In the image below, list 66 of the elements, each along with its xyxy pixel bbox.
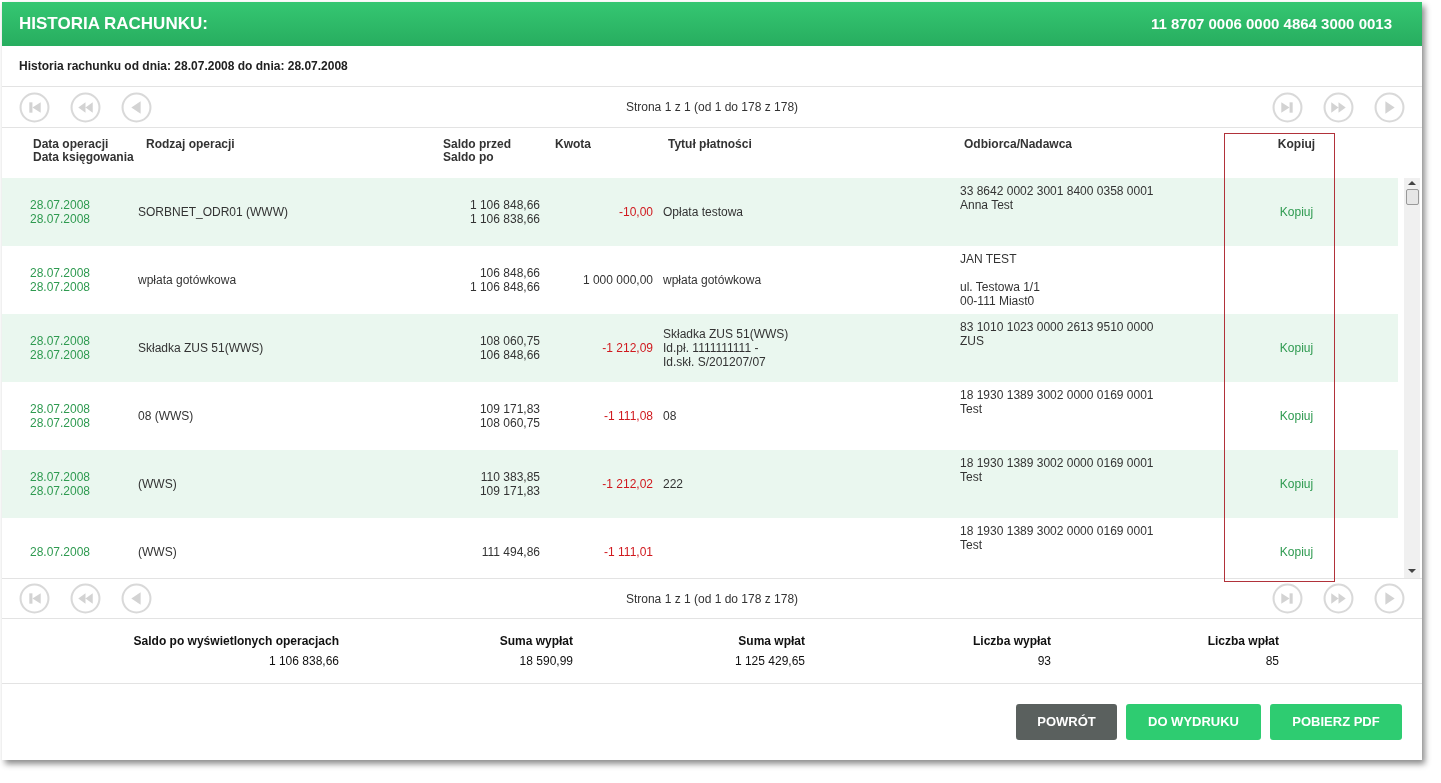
column-header: Kopiuj bbox=[1277, 138, 1316, 151]
column-header: Saldo przed Saldo po bbox=[443, 138, 511, 164]
date-cell: 28.07.2008 28.07.2008 bbox=[29, 470, 91, 498]
account-number: 11 8707 0006 0000 4864 3000 0013 bbox=[1150, 13, 1392, 34]
amount-cell: -1 212,02 bbox=[602, 477, 653, 491]
summary-value: 93 bbox=[1037, 654, 1051, 668]
copy-link[interactable]: Kopiuj bbox=[1279, 409, 1314, 423]
recipient-cell: JAN TEST bbox=[960, 252, 1017, 266]
copy-link[interactable]: Kopiuj bbox=[1279, 545, 1314, 559]
recipient-cell: 83 1010 1023 0000 2613 9510 0000 ZUS bbox=[960, 320, 1154, 348]
date-cell: 28.07.2008 28.07.2008 bbox=[29, 266, 91, 294]
action-button[interactable]: POWRÓT bbox=[1016, 704, 1117, 740]
column-header: Kwota bbox=[555, 138, 591, 151]
table-cell: wpłata gotówkowa bbox=[663, 273, 762, 287]
column-header: Rodzaj operacji bbox=[146, 138, 235, 151]
table-cell: 08 bbox=[663, 409, 677, 423]
date-cell: 28.07.2008 bbox=[29, 545, 91, 559]
page-info: Strona 1 z 1 (od 1 do 178 z 178) bbox=[625, 591, 799, 606]
table-cell: (WWS) bbox=[138, 477, 177, 491]
date-cell: 28.07.2008 28.07.2008 bbox=[29, 334, 91, 362]
table-cell: Opłata testowa bbox=[663, 205, 744, 219]
date-cell: 28.07.2008 28.07.2008 bbox=[29, 198, 91, 226]
summary-label: Suma wypłat bbox=[499, 634, 573, 648]
amount-cell: -1 111,01 bbox=[604, 545, 653, 559]
copy-link[interactable]: Kopiuj bbox=[1279, 341, 1314, 355]
summary-value: 1 125 429,65 bbox=[734, 654, 805, 668]
table-cell: 08 (WWS) bbox=[138, 409, 194, 423]
action-button[interactable]: POBIERZ PDF bbox=[1270, 704, 1402, 740]
summary-label: Liczba wpłat bbox=[1207, 634, 1279, 648]
balance-cell: 110 383,85 109 171,83 bbox=[479, 470, 540, 498]
balance-cell: 106 848,66 1 106 848,66 bbox=[469, 266, 540, 294]
balance-cell: 1 106 848,66 1 106 838,66 bbox=[469, 198, 540, 226]
summary-label: Suma wpłat bbox=[738, 634, 805, 648]
page-title: HISTORIA RACHUNKU: bbox=[19, 13, 208, 36]
balance-cell: 109 171,83 108 060,75 bbox=[479, 402, 540, 430]
table-cell: wpłata gotówkowa bbox=[138, 273, 237, 287]
balance-cell: 111 494,86 bbox=[481, 545, 540, 559]
period-text: Historia rachunku od dnia: 28.07.2008 do dnia: 28.07.2008 bbox=[19, 58, 348, 75]
page-info: Strona 1 z 1 (od 1 do 178 z 178) bbox=[625, 100, 799, 114]
summary-value: 85 bbox=[1265, 654, 1279, 668]
summary-label: Liczba wypłat bbox=[972, 634, 1051, 648]
table-cell: 222 bbox=[663, 477, 684, 491]
recipient-cell: ul. Testowa 1/1 00-111 Miast0 bbox=[960, 280, 1040, 308]
amount-cell: -1 212,09 bbox=[602, 341, 653, 355]
copy-link[interactable]: Kopiuj bbox=[1279, 205, 1314, 219]
copy-link[interactable]: Kopiuj bbox=[1279, 477, 1314, 491]
summary-value: 18 590,99 bbox=[519, 654, 573, 668]
column-header: Odbiorca/Nadawca bbox=[964, 138, 1073, 151]
amount-cell: -1 111,08 bbox=[604, 409, 653, 423]
summary-label: Saldo po wyświetlonych operacjach bbox=[133, 634, 339, 648]
recipient-cell: 33 8642 0002 3001 8400 0358 0001 Anna Test bbox=[960, 184, 1154, 212]
table-cell: (WWS) bbox=[138, 545, 177, 559]
summary-value: 1 106 838,66 bbox=[268, 654, 339, 668]
table-cell: Składka ZUS 51(WWS) bbox=[138, 341, 264, 355]
recipient-cell: 18 1930 1389 3002 0000 0169 0001 Test bbox=[960, 524, 1154, 552]
action-button[interactable]: DO WYDRUKU bbox=[1126, 704, 1261, 740]
recipient-cell: 18 1930 1389 3002 0000 0169 0001 Test bbox=[960, 388, 1154, 416]
balance-cell: 108 060,75 106 848,66 bbox=[479, 334, 540, 362]
column-header: Tytuł płatności bbox=[668, 138, 752, 151]
date-cell: 28.07.2008 28.07.2008 bbox=[29, 402, 91, 430]
table-cell: SORBNET_ODR01 (WWW) bbox=[138, 205, 288, 219]
recipient-cell: 18 1930 1389 3002 0000 0169 0001 Test bbox=[960, 456, 1154, 484]
amount-cell: -10,00 bbox=[618, 205, 653, 219]
amount-cell: 1 000 000,00 bbox=[582, 273, 653, 287]
table-cell: Składka ZUS 51(WWS) Id.pł. 1111111111 - Id.skł. S/201207/07 bbox=[663, 327, 789, 369]
column-header: Data operacji Data księgowania bbox=[33, 138, 134, 164]
